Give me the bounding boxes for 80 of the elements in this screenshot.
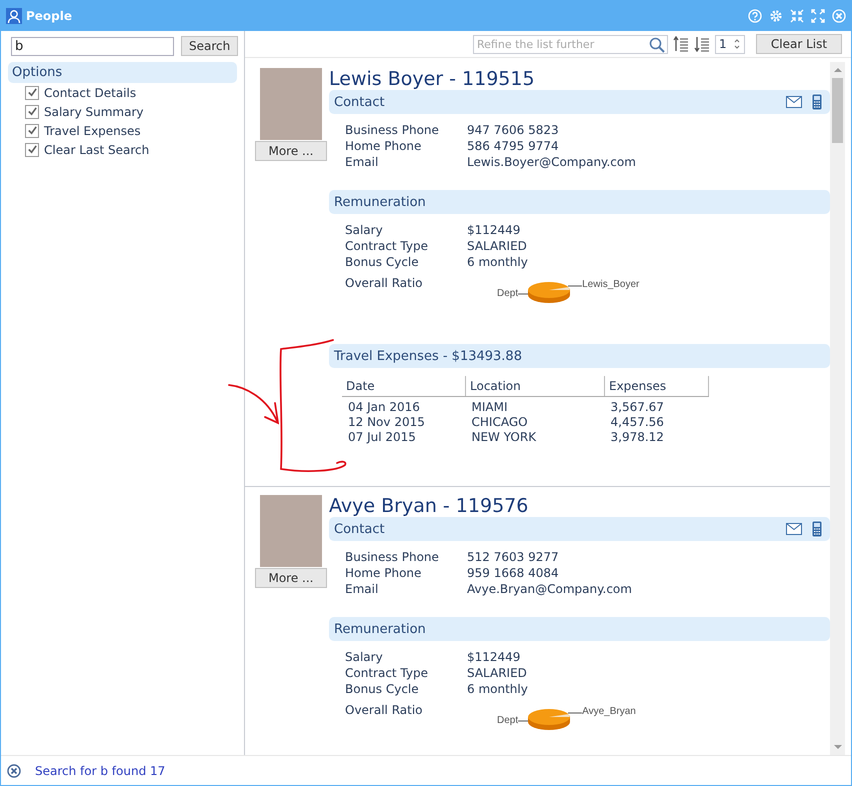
- checkbox[interactable]: [25, 104, 39, 118]
- photo-placeholder: [260, 68, 322, 140]
- option-label: Travel Expenses: [44, 124, 141, 138]
- field-value: Avye.Bryan@Company.com: [467, 581, 632, 597]
- pie-label: Lewis_Boyer: [582, 279, 640, 290]
- field-label: Home Phone: [345, 138, 422, 154]
- field-label: Bonus Cycle: [345, 681, 420, 697]
- refine-field[interactable]: Refine the list further: [473, 34, 668, 54]
- table-cell: MIAMI: [466, 396, 604, 415]
- field-value: $112449: [467, 649, 522, 665]
- phone-icon[interactable]: [812, 94, 822, 110]
- section-title: Travel Expenses - $13493.88: [334, 348, 522, 364]
- field-value: SALARIED: [467, 665, 528, 681]
- sort-descending-icon[interactable]: [694, 36, 710, 52]
- field-label: Contract Type: [345, 665, 429, 681]
- field-value: 6 monthly: [467, 681, 528, 697]
- field-value: Lewis.Boyer@Company.com: [467, 154, 636, 170]
- envelope-icon[interactable]: [786, 96, 802, 108]
- pie-label: Avye_Bryan: [582, 706, 636, 717]
- section-title: Contact: [334, 522, 385, 536]
- options-header: Options: [8, 62, 237, 83]
- field-label: Salary: [345, 649, 384, 665]
- field-label: Overall Ratio: [345, 276, 424, 292]
- checkbox[interactable]: [25, 124, 39, 138]
- field-label: Salary: [345, 222, 384, 238]
- page-spinner[interactable]: 1: [715, 34, 745, 54]
- scrollbar[interactable]: [830, 62, 845, 755]
- more-button[interactable]: More ...: [255, 568, 327, 588]
- window-title: People: [26, 9, 72, 23]
- field-label: Email: [345, 581, 380, 597]
- field-value: SALARIED: [467, 238, 528, 254]
- table-cell-text: 12 Nov 2015: [347, 415, 426, 430]
- column-header[interactable]: Expenses: [604, 376, 708, 396]
- field-label: Overall Ratio: [345, 703, 424, 719]
- pie-label: Dept: [497, 288, 518, 299]
- search-field[interactable]: b: [11, 36, 174, 56]
- envelope-icon[interactable]: [786, 523, 802, 535]
- column-header[interactable]: Location: [466, 376, 604, 396]
- section-title: Remuneration: [334, 622, 426, 636]
- field-label: Business Phone: [345, 122, 440, 138]
- table-cell: 3,567.67: [604, 396, 708, 415]
- more-button[interactable]: More ...: [255, 141, 327, 161]
- clear-list-button[interactable]: Clear List: [756, 34, 842, 54]
- section-title: Remuneration: [334, 194, 426, 210]
- table-cell-text: 3,978.12: [610, 430, 665, 445]
- option-label: Contact Details: [44, 86, 136, 100]
- field-label: Contract Type: [345, 238, 429, 254]
- phone-icon[interactable]: [812, 521, 822, 537]
- status-text: Search for b found 17: [35, 764, 166, 778]
- pie-label: Dept: [497, 715, 518, 726]
- field-value: 6 monthly: [467, 254, 528, 270]
- field-value: $112449: [467, 222, 522, 238]
- person-icon: [6, 8, 22, 24]
- search-icon[interactable]: [649, 36, 665, 52]
- option-label: Salary Summary: [44, 104, 144, 118]
- column-header[interactable]: Date: [342, 376, 466, 396]
- field-label: Business Phone: [345, 549, 440, 565]
- scrollbar-thumb[interactable]: [832, 78, 843, 143]
- person-name: Avye Bryan - 119576: [329, 495, 530, 517]
- close-icon[interactable]: [7, 764, 21, 778]
- checkbox[interactable]: [25, 142, 39, 156]
- table-cell-text: NEW YORK: [470, 430, 538, 445]
- field-value: 586 4795 9774: [467, 138, 560, 154]
- option-label: Clear Last Search: [44, 142, 150, 156]
- search-button[interactable]: Search: [181, 36, 238, 56]
- field-label: Home Phone: [345, 565, 422, 581]
- field-label: Bonus Cycle: [345, 254, 420, 270]
- person-name: Lewis Boyer - 119515: [329, 68, 536, 90]
- field-label: Email: [345, 154, 380, 170]
- sort-ascending-icon[interactable]: [673, 36, 689, 52]
- table-cell-text: 4,457.56: [610, 415, 665, 430]
- section-title: Contact: [334, 94, 385, 110]
- field-value: 947 7606 5823: [467, 122, 560, 138]
- checkbox[interactable]: [25, 86, 39, 100]
- table-cell-text: CHICAGO: [470, 415, 529, 430]
- field-value: 512 7603 9277: [467, 549, 560, 565]
- table-cell-text: 07 Jul 2015: [347, 430, 417, 445]
- photo-placeholder: [260, 495, 322, 567]
- field-value: 959 1668 4084: [467, 565, 560, 581]
- table-cell: 04 Jan 2016: [342, 396, 466, 415]
